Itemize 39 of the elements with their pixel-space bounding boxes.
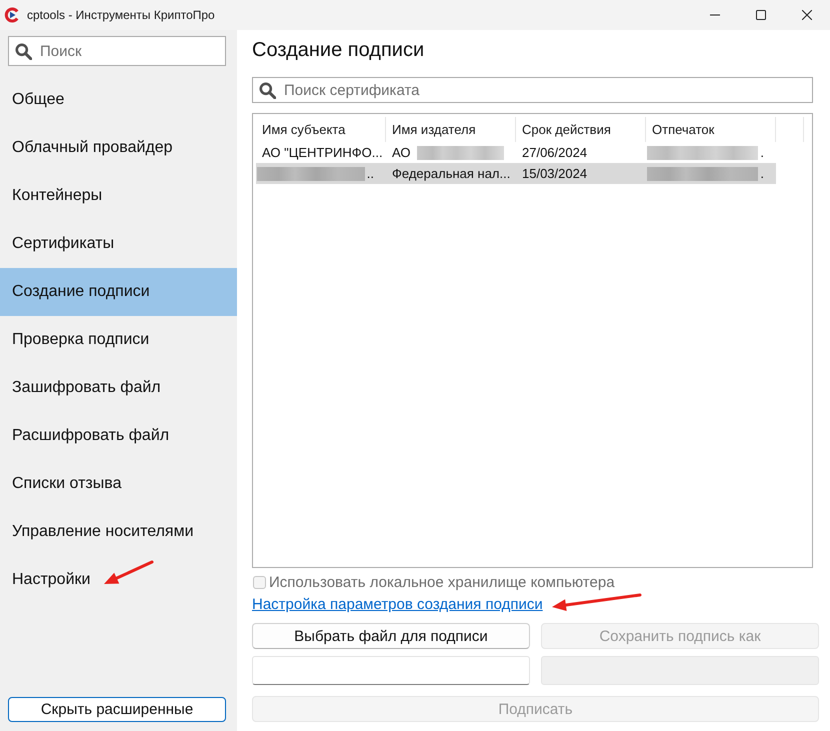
choose-file-button[interactable]: Выбрать файл для подписи (252, 623, 530, 649)
cell-text: .. (366, 166, 374, 181)
cell-text: 27/06/2024 (522, 145, 588, 160)
sidebar-item[interactable]: Настройки (0, 556, 237, 604)
cell-text: АО "ЦЕНТРИНФО... (262, 145, 383, 160)
sidebar-item[interactable]: Проверка подписи (0, 316, 237, 364)
input-field[interactable] (252, 656, 530, 685)
cell-text: . (760, 166, 764, 181)
sidebar-item[interactable]: Контейнеры (0, 172, 237, 220)
settings-link[interactable]: Настройка параметров создания подписи (252, 596, 543, 612)
window-title: cptools - Инструменты КриптоПро (27, 8, 215, 22)
close-icon (802, 10, 812, 20)
column-header[interactable]: Имя издателя (386, 117, 516, 142)
app-logo-icon (4, 7, 20, 23)
cell-text: . (760, 145, 764, 160)
sidebar-item[interactable]: Расшифровать файл (0, 412, 237, 460)
checkbox-label: Использовать локальное хранилище компьютера (269, 574, 615, 590)
search-icon (259, 82, 276, 98)
search-icon (15, 42, 32, 60)
table-row[interactable]: .. Федеральная нал... 15/03/2024 . (256, 163, 776, 184)
sidebar-item[interactable]: Управление носителями (0, 508, 237, 556)
table-row[interactable]: АО "ЦЕНТРИНФО... АО 27/06/2024 . (256, 142, 776, 163)
page-title: Создание подписи (252, 38, 426, 63)
sidebar-item[interactable]: Облачный провайдер (0, 124, 237, 172)
cell-text: Федеральная нал... (392, 166, 510, 181)
sidebar-item[interactable]: Списки отзыва (0, 460, 237, 508)
cell-text: АО (392, 145, 410, 160)
sidebar-item[interactable]: Зашифровать файл (0, 364, 237, 412)
sidebar-item[interactable]: Общее (0, 76, 237, 124)
sidebar-item[interactable]: Сертификаты (0, 220, 237, 268)
cell-text: 15/03/2024 (522, 166, 588, 181)
column-header[interactable]: Отпечаток (646, 117, 776, 142)
certificate-search-field[interactable]: Поиск сертификата (252, 77, 813, 103)
search-field[interactable]: Поиск (8, 36, 226, 66)
column-header[interactable]: Срок действия (516, 117, 646, 142)
sidebar-item[interactable]: Создание подписи (0, 268, 237, 316)
column-header[interactable]: Имя субъекта (256, 117, 386, 142)
hide-advanced-button[interactable]: Скрыть расширенные (8, 697, 226, 722)
maximize-icon (756, 10, 766, 20)
